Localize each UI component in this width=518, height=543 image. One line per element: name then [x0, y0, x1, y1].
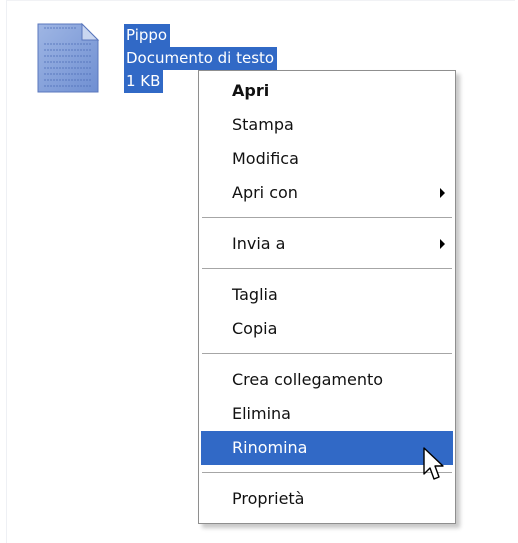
- text-document-icon-graphic: [37, 22, 100, 93]
- text-document-icon[interactable]: [36, 22, 104, 94]
- menu-separator: [202, 268, 452, 269]
- menu-separator: [202, 217, 452, 218]
- menu-separator: [202, 472, 452, 473]
- menu-item-send-to[interactable]: Invia a: [199, 227, 455, 261]
- file-size: 1 KB: [124, 70, 164, 93]
- menu-item-send-to-label: Invia a: [232, 234, 286, 253]
- menu-item-print[interactable]: Stampa: [199, 108, 455, 142]
- arrow-cursor-icon-graphic: [423, 447, 444, 480]
- menu-item-copy[interactable]: Copia: [199, 312, 455, 346]
- context-menu: Apri Stampa Modifica Apri con Invia a Ta…: [198, 70, 456, 524]
- menu-item-cut[interactable]: Taglia: [199, 278, 455, 312]
- menu-item-edit[interactable]: Modifica: [199, 142, 455, 176]
- menu-item-open-with-label: Apri con: [232, 183, 298, 202]
- file-type: Documento di testo: [124, 47, 278, 70]
- file-name: Pippo: [124, 24, 171, 47]
- menu-item-create-shortcut[interactable]: Crea collegamento: [199, 363, 455, 397]
- menu-item-open-with[interactable]: Apri con: [199, 176, 455, 210]
- submenu-arrow-icon: [440, 188, 445, 198]
- menu-item-rename[interactable]: Rinomina: [201, 431, 453, 465]
- menu-separator: [202, 353, 452, 354]
- menu-item-properties[interactable]: Proprietà: [199, 482, 455, 516]
- arrow-cursor-icon: [422, 446, 446, 482]
- menu-item-delete[interactable]: Elimina: [199, 397, 455, 431]
- menu-item-open[interactable]: Apri: [199, 74, 455, 108]
- submenu-arrow-icon: [440, 239, 445, 249]
